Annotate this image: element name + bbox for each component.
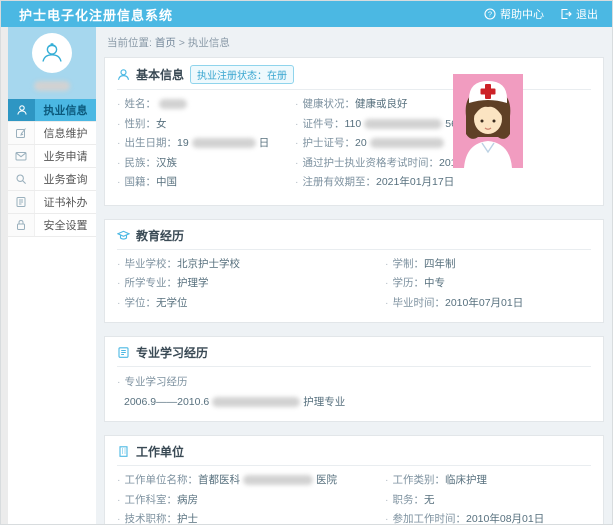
- sidebar-menu: 执业信息 信息维护 业务申请: [8, 99, 96, 237]
- help-center-label: 帮助中心: [500, 6, 544, 22]
- nurse-avatar-icon: [39, 40, 65, 66]
- basic-fields: 姓名： 健康状况：健康或良好 性别：女 证件号：11056 出生日期：19日 护…: [117, 95, 453, 193]
- panel-study-experience: 专业学习经历 专业学习经历 2006.9——2010.6护理专业: [104, 336, 604, 422]
- search-icon: [8, 168, 35, 190]
- field-graduate-school: 毕业学校：北京护士学校: [117, 255, 385, 275]
- logout-icon: [560, 8, 572, 20]
- breadcrumb-separator: >: [179, 37, 185, 49]
- sidebar-item-label: 业务申请: [35, 145, 96, 167]
- breadcrumb-current: 执业信息: [188, 37, 230, 49]
- sidebar-item-certificate-reissue[interactable]: 证书补办: [8, 191, 96, 214]
- main-content: 当前位置: 首页 > 执业信息 基本信息 执业注册状态：在册 姓名： 健康状况：…: [96, 27, 612, 524]
- field-nationality: 国籍：中国: [117, 173, 295, 193]
- breadcrumb-home-link[interactable]: 首页: [155, 37, 176, 49]
- sidebar-item-label: 业务查询: [35, 168, 96, 190]
- help-center-button[interactable]: ? 帮助中心: [484, 6, 544, 22]
- redacted-value: [243, 475, 313, 485]
- book-icon: [117, 346, 130, 359]
- logout-button[interactable]: 退出: [560, 6, 598, 22]
- field-technical-title: 技术职称：护士: [117, 510, 385, 524]
- study-experience-line: 2006.9——2010.6护理专业: [117, 392, 591, 412]
- panel-work-unit: 工作单位 工作单位名称：首都医科医院 工作类别：临床护理 工作科室：病房 职务：…: [104, 435, 604, 524]
- field-education-level: 学历：中专: [385, 274, 591, 294]
- graduation-cap-icon: [117, 229, 130, 242]
- sidebar-item-practice-info[interactable]: 执业信息: [8, 99, 96, 122]
- left-gutter: [1, 27, 8, 524]
- logout-label: 退出: [576, 6, 598, 22]
- person-icon: [117, 68, 130, 81]
- sidebar: 执业信息 信息维护 业务申请: [8, 27, 96, 524]
- field-health: 健康状况：健康或良好: [295, 95, 473, 115]
- redacted-value: [370, 138, 444, 148]
- sidebar-item-info-maintain[interactable]: 信息维护: [8, 122, 96, 145]
- work-unit-fields: 工作单位名称：首都医科医院 工作类别：临床护理 工作科室：病房 职务：无 技术职…: [117, 471, 591, 524]
- sidebar-item-label: 证书补办: [35, 191, 96, 213]
- field-work-category: 工作类别：临床护理: [385, 471, 591, 491]
- redacted-value: [192, 138, 256, 148]
- app-title: 护士电子化注册信息系统: [1, 5, 173, 24]
- field-position: 职务：无: [385, 491, 591, 511]
- panel-education: 教育经历 毕业学校：北京护士学校 学制：四年制 所学专业：护理学 学历：中专 学…: [104, 219, 604, 324]
- section-title: 基本信息: [136, 66, 184, 83]
- field-nurse-cert-number: 护士证号：20: [295, 134, 473, 154]
- sidebar-item-label: 安全设置: [35, 214, 96, 236]
- top-header: 护士电子化注册信息系统 ? 帮助中心 退出: [1, 1, 612, 27]
- field-work-unit-name: 工作单位名称：首都医科医院: [117, 471, 385, 491]
- edit-icon: [8, 122, 35, 144]
- question-icon: ?: [484, 8, 496, 20]
- field-id-number: 证件号：11056: [295, 115, 473, 135]
- certificate-icon: [8, 191, 35, 213]
- field-exam-pass-time: 通过护士执业资格考试时间：2010年: [295, 154, 473, 174]
- section-title: 专业学习经历: [136, 344, 208, 361]
- sidebar-user-card: [8, 27, 96, 99]
- field-major: 所学专业：护理学: [117, 274, 385, 294]
- study-experience-label: 专业学习经历: [117, 372, 591, 392]
- sidebar-item-business-apply[interactable]: 业务申请: [8, 145, 96, 168]
- nurse-photo: [453, 74, 523, 168]
- sidebar-item-security-settings[interactable]: 安全设置: [8, 214, 96, 237]
- user-name-redacted: [34, 81, 70, 91]
- app-window: 护士电子化注册信息系统 ? 帮助中心 退出: [0, 0, 613, 525]
- field-school-system: 学制：四年制: [385, 255, 591, 275]
- section-title: 工作单位: [136, 443, 184, 460]
- building-icon: [117, 445, 130, 458]
- redacted-value: [159, 99, 187, 109]
- envelope-icon: [8, 145, 35, 167]
- section-title: 教育经历: [136, 227, 184, 244]
- education-fields: 毕业学校：北京护士学校 学制：四年制 所学专业：护理学 学历：中专 学位：无学位…: [117, 255, 591, 314]
- redacted-value: [212, 397, 300, 407]
- person-badge-icon: [8, 99, 35, 121]
- registration-status-badge: 执业注册状态：在册: [190, 65, 294, 84]
- field-name: 姓名：: [117, 95, 295, 115]
- field-ethnicity: 民族：汉族: [117, 154, 295, 174]
- field-work-start-time: 参加工作时间：2010年08月01日: [385, 510, 591, 524]
- sidebar-item-label: 执业信息: [35, 99, 96, 121]
- redacted-value: [364, 119, 442, 129]
- lock-icon: [8, 214, 35, 236]
- field-degree: 学位：无学位: [117, 294, 385, 314]
- panel-basic-info: 基本信息 执业注册状态：在册 姓名： 健康状况：健康或良好 性别：女 证件号：1…: [104, 57, 604, 206]
- field-graduation-time: 毕业时间：2010年07月01日: [385, 294, 591, 314]
- sidebar-item-business-query[interactable]: 业务查询: [8, 168, 96, 191]
- field-birth-date: 出生日期：19日: [117, 134, 295, 154]
- sidebar-item-label: 信息维护: [35, 122, 96, 144]
- field-registration-valid-until: 注册有效期至：2021年01月17日: [295, 173, 473, 193]
- field-work-department: 工作科室：病房: [117, 491, 385, 511]
- svg-text:?: ?: [488, 10, 492, 19]
- field-gender: 性别：女: [117, 115, 295, 135]
- avatar[interactable]: [32, 33, 72, 73]
- breadcrumb-prefix: 当前位置:: [107, 37, 152, 49]
- breadcrumb: 当前位置: 首页 > 执业信息: [107, 35, 612, 50]
